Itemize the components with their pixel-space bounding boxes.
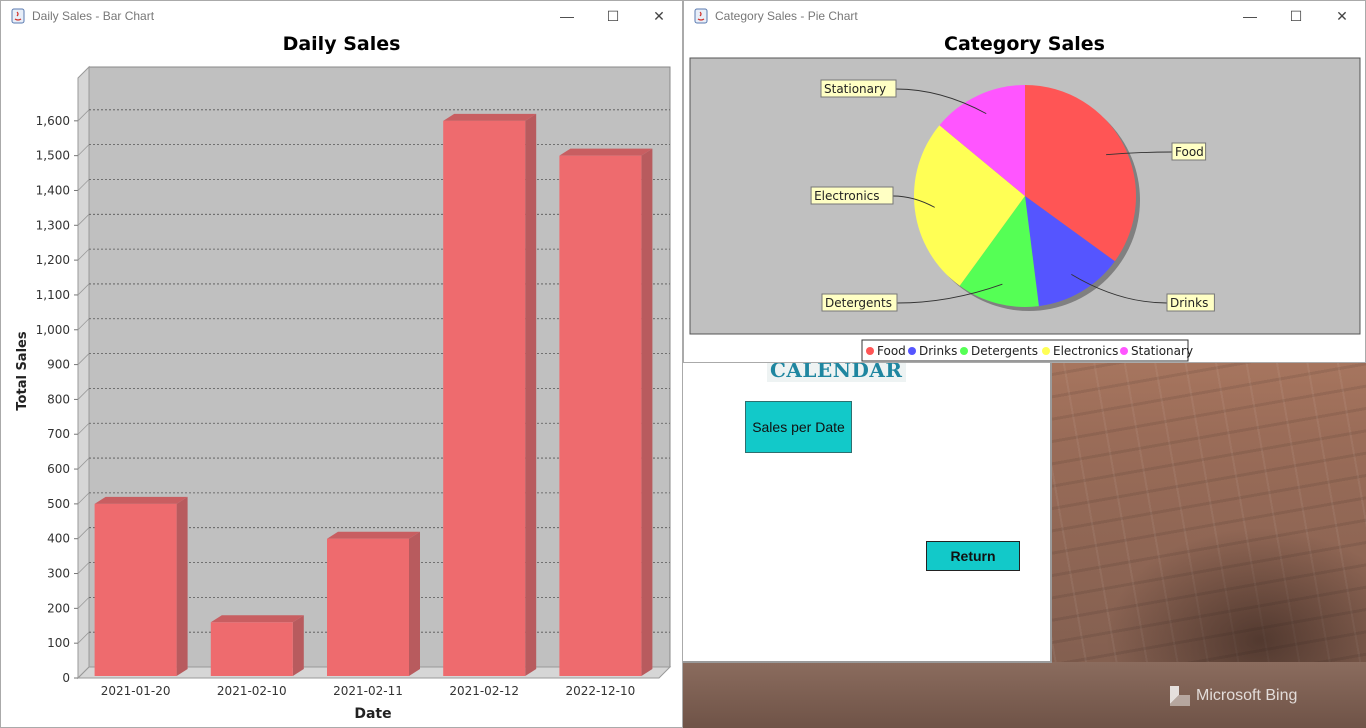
bar-top: [210, 615, 304, 623]
pie-label: Stationary: [824, 82, 886, 96]
x-tick-label: 2021-01-20: [101, 684, 171, 698]
bar-chart-title: Daily Sales: [282, 33, 401, 55]
bar-front: [210, 622, 293, 676]
y-tick-label: 500: [47, 497, 70, 511]
bar-2021-02-11: [327, 531, 420, 676]
return-button[interactable]: Return: [926, 541, 1020, 571]
legend-swatch-icon: [1120, 347, 1128, 355]
y-tick-label: 1,200: [36, 253, 70, 267]
bar-2021-01-20: [94, 496, 188, 676]
y-tick-label: 700: [47, 427, 70, 441]
calendar-window: CALENDAR Sales per Date Return: [683, 350, 1052, 663]
legend-item: Detergents: [971, 344, 1038, 358]
y-tick-label: 1,100: [36, 288, 70, 302]
minimize-button[interactable]: —: [544, 1, 590, 31]
bar-front: [94, 503, 177, 676]
bar-side: [176, 496, 188, 676]
y-tick-label: 900: [47, 358, 70, 372]
pie-label: Electronics: [814, 189, 879, 203]
java-app-icon: [10, 8, 26, 24]
legend-item: Stationary: [1131, 344, 1193, 358]
java-app-icon: [693, 8, 709, 24]
pie-chart-title: Category Sales: [944, 33, 1105, 55]
x-axis-label: Date: [354, 706, 391, 721]
y-tick-label: 800: [47, 392, 70, 406]
bar-chart-svg: 0 100 200 300 400 500 600 700 800 900 1,000 1,100 1,…: [15, 65, 672, 721]
pie-label: Food: [1175, 145, 1204, 159]
bar-front: [443, 120, 526, 676]
legend-item: Drinks: [919, 344, 957, 358]
close-button[interactable]: ✕: [636, 1, 682, 31]
bar-window-title: Daily Sales - Bar Chart: [32, 9, 155, 23]
bar-top: [94, 496, 188, 504]
x-tick-label: 2021-02-12: [449, 684, 519, 698]
bar-window-titlebar[interactable]: Daily Sales - Bar Chart — ☐ ✕: [1, 1, 682, 31]
y-axis-label: Total Sales: [15, 331, 30, 410]
bar-2021-02-10: [210, 615, 304, 676]
x-tick-label: 2021-02-11: [333, 684, 403, 698]
y-tick-label: 400: [47, 532, 70, 546]
pie-chart-svg: Food Drinks Detergents Electronics Stationar…: [689, 57, 1361, 362]
bar-top: [327, 531, 420, 539]
x-tick-label: 2021-02-10: [217, 684, 287, 698]
bar-side: [292, 615, 304, 676]
y-tick-label: 1,000: [36, 323, 70, 337]
plot-left-wall: [77, 65, 90, 680]
bar-2021-02-12: [443, 113, 537, 676]
bing-watermark: Microsoft Bing: [1170, 686, 1297, 706]
legend-swatch-icon: [1042, 347, 1050, 355]
y-tick-label: 1,500: [36, 149, 70, 163]
y-tick-label: 1,400: [36, 183, 70, 197]
x-tick-label: 2022-12-10: [566, 684, 636, 698]
legend-item: Electronics: [1053, 344, 1118, 358]
legend-swatch-icon: [960, 347, 968, 355]
y-tick-label: 1,600: [36, 114, 70, 128]
bing-logo-icon: [1170, 686, 1190, 706]
pie-window-title: Category Sales - Pie Chart: [715, 9, 858, 23]
legend-swatch-icon: [866, 347, 874, 355]
y-tick-label: 300: [47, 567, 70, 581]
maximize-button[interactable]: ☐: [1273, 1, 1319, 31]
minimize-button[interactable]: —: [1227, 1, 1273, 31]
bar-side: [641, 148, 653, 676]
pie-window-titlebar[interactable]: Category Sales - Pie Chart — ☐ ✕: [684, 1, 1365, 31]
close-button[interactable]: ✕: [1319, 1, 1365, 31]
bar-top: [443, 113, 537, 121]
pie-label: Detergents: [825, 296, 892, 310]
bar-front: [559, 155, 642, 676]
bar-front: [327, 538, 409, 676]
maximize-button[interactable]: ☐: [590, 1, 636, 31]
legend-item: Food: [877, 344, 906, 358]
y-tick-label: 200: [47, 601, 70, 615]
bar-side: [409, 531, 420, 676]
pie-chart-window: Category Sales - Pie Chart — ☐ ✕ Categor…: [683, 0, 1366, 363]
bar-chart-window: Daily Sales - Bar Chart — ☐ ✕ Daily Sale…: [0, 0, 683, 728]
bar-2022-12-10: [559, 148, 653, 676]
sales-per-date-button[interactable]: Sales per Date: [745, 401, 852, 453]
legend-swatch-icon: [908, 347, 916, 355]
pie-legend: Food Drinks Detergents Electronics Stationar…: [861, 339, 1193, 362]
bar-side: [525, 113, 537, 676]
pie-label: Drinks: [1170, 296, 1208, 310]
y-tick-label: 600: [47, 462, 70, 476]
y-tick-label: 1,300: [36, 218, 70, 232]
y-tick-label: 0: [62, 671, 70, 685]
y-tick-label: 100: [47, 636, 70, 650]
bing-watermark-text: Microsoft Bing: [1196, 687, 1298, 704]
bar-top: [559, 148, 653, 156]
